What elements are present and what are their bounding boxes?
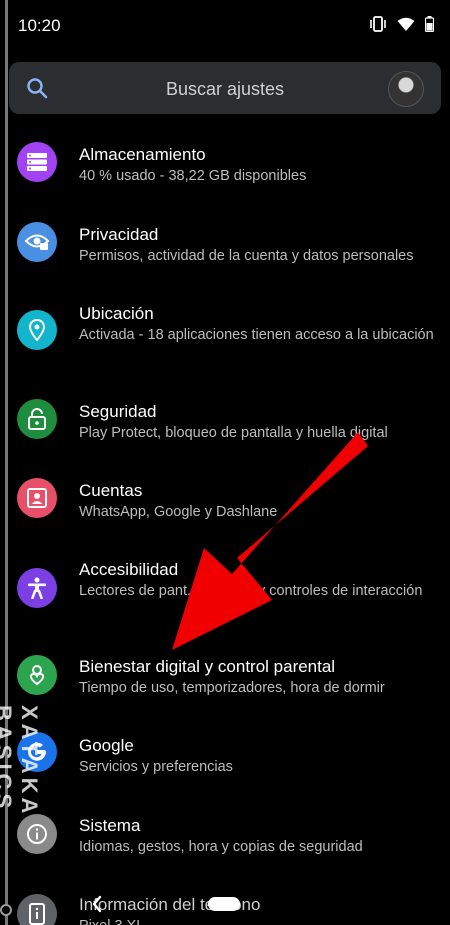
- item-subtitle: Play Protect, bloqueo de pantalla y huel…: [79, 425, 388, 441]
- list-item[interactable]: Bienestar digital y control parental Tie…: [0, 643, 450, 713]
- status-bar: 10:20: [0, 0, 450, 52]
- accessibility-icon: [17, 568, 57, 608]
- list-item[interactable]: Seguridad Play Protect, bloqueo de panta…: [0, 386, 450, 456]
- vibrate-icon: [369, 16, 387, 32]
- item-subtitle: Lectores de pant... pantalla y controles…: [79, 583, 423, 599]
- search-placeholder: Buscar ajustes: [165, 79, 285, 99]
- list-item[interactable]: Accesibilidad Lectores de pant... pantal…: [0, 546, 450, 631]
- unlock-icon: [17, 399, 57, 439]
- item-title: Ubicación: [79, 304, 154, 323]
- list-item[interactable]: Almacenamiento 40 % usado - 38,22 GB dis…: [0, 128, 450, 198]
- status-time: 10:20: [18, 16, 61, 35]
- list-item[interactable]: Ubicación Activada - 18 aplicaciones tie…: [0, 288, 450, 373]
- navigation-bar: [0, 888, 450, 925]
- item-subtitle: 40 % usado - 38,22 GB disponibles: [79, 168, 307, 184]
- item-title: Sistema: [79, 816, 141, 835]
- wifi-icon: [397, 17, 415, 32]
- item-subtitle: Tiempo de uso, temporizadores, hora de d…: [79, 680, 385, 696]
- search-bar[interactable]: Buscar ajustes: [9, 62, 441, 114]
- home-pill-button[interactable]: [208, 897, 240, 911]
- list-item[interactable]: Sistema Idiomas, gestos, hora y copias d…: [0, 802, 450, 872]
- location-pin-icon: [17, 310, 57, 350]
- item-title: Bienestar digital y control parental: [79, 657, 336, 676]
- wellbeing-icon: [17, 655, 57, 695]
- account-card-icon: [17, 478, 57, 518]
- list-item[interactable]: Cuentas WhatsApp, Google y Dashlane: [0, 466, 450, 536]
- item-subtitle: Permisos, actividad de la cuenta y datos…: [79, 248, 414, 264]
- battery-icon: [425, 16, 434, 32]
- avatar[interactable]: [388, 71, 424, 107]
- item-subtitle: Idiomas, gestos, hora y copias de seguri…: [79, 839, 363, 855]
- item-title: Almacenamiento: [79, 145, 206, 164]
- status-icons: [369, 16, 434, 32]
- item-subtitle: Activada - 18 aplicaciones tienen acceso…: [79, 327, 434, 343]
- privacy-eye-icon: [17, 222, 57, 262]
- watermark-text: XATAKA BASICS: [0, 705, 42, 817]
- item-title: Privacidad: [79, 225, 159, 244]
- list-item[interactable]: Privacidad Permisos, actividad de la cue…: [0, 208, 450, 278]
- item-title: Accesibilidad: [79, 560, 179, 579]
- back-icon[interactable]: [90, 894, 104, 919]
- list-item[interactable]: Google Servicios y preferencias: [0, 722, 450, 792]
- storage-icon: [17, 142, 57, 182]
- item-title: Google: [79, 736, 134, 755]
- item-title: Seguridad: [79, 402, 157, 421]
- item-subtitle: WhatsApp, Google y Dashlane: [79, 504, 278, 520]
- item-subtitle: Servicios y preferencias: [79, 759, 233, 775]
- item-title: Cuentas: [79, 481, 143, 500]
